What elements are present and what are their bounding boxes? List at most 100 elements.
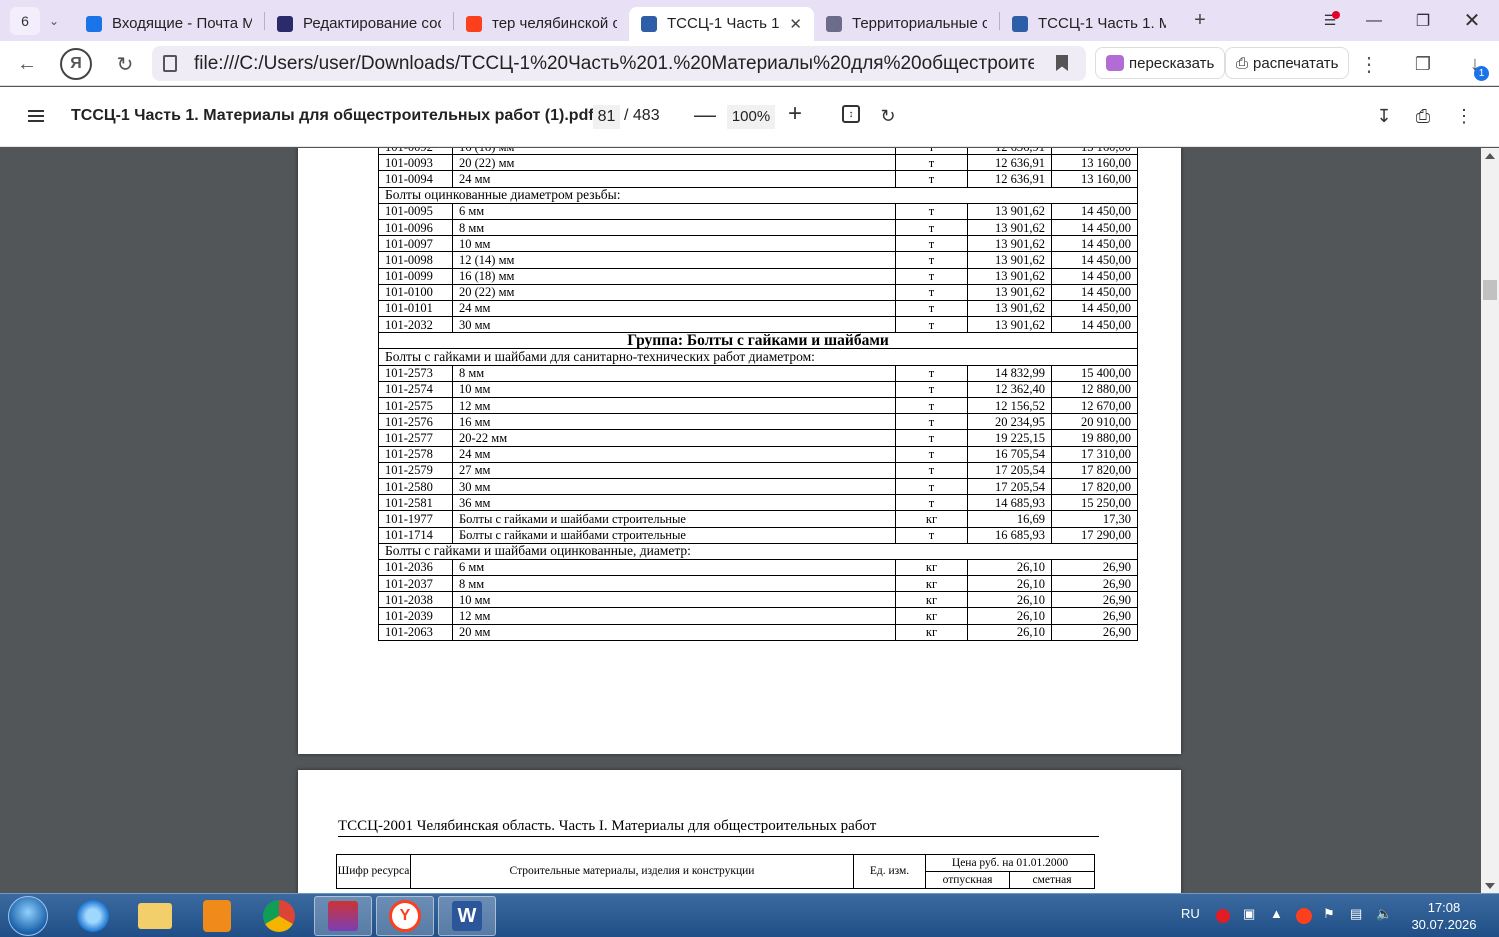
estimate-price: 13 160,00 xyxy=(1051,170,1138,188)
browser-tab[interactable]: тер челябинской об xyxy=(454,7,629,41)
print-button[interactable]: ⎙ распечатать xyxy=(1225,47,1350,79)
col-price-header: Цена руб. на 01.01.2000 xyxy=(924,854,1096,872)
browser-tab[interactable]: Входящие - Почта М xyxy=(74,7,264,41)
taskbar-yandex-browser[interactable]: Y xyxy=(376,896,434,936)
tray-app-icon[interactable]: ▣ xyxy=(1243,906,1255,922)
downloads-badge: 1 xyxy=(1474,66,1489,81)
back-button[interactable]: ← xyxy=(12,49,42,79)
browser-tab[interactable]: ТССЦ-1 Часть 1. М ✕ xyxy=(629,6,814,41)
browser-tab[interactable]: Территориальные сі xyxy=(814,7,999,41)
scroll-up-icon[interactable] xyxy=(1485,153,1495,159)
taskbar-chrome[interactable] xyxy=(250,896,308,936)
pdf-more-icon[interactable]: ⋮ xyxy=(1453,105,1475,127)
close-window-button[interactable]: ✕ xyxy=(1448,0,1496,41)
new-tab-button[interactable]: + xyxy=(1186,7,1214,35)
unit-cell: кг xyxy=(895,558,968,577)
print-label: распечатать xyxy=(1253,54,1339,72)
network-icon[interactable]: ▲ xyxy=(1270,906,1283,921)
notifications-icon[interactable]: ☰ xyxy=(1306,0,1354,41)
start-button[interactable] xyxy=(8,896,48,936)
security-alert-icon[interactable] xyxy=(1216,909,1230,923)
browser-tab[interactable]: ТССЦ-1 Часть 1. Мат xyxy=(1000,7,1178,41)
resource-code: 101-0101 xyxy=(378,299,453,318)
url-text[interactable]: file:///C:/Users/user/Downloads/ТССЦ-1%2… xyxy=(194,53,1034,75)
resource-code: 101-0098 xyxy=(378,251,453,269)
resource-code: 101-0097 xyxy=(378,235,453,253)
taskbar-explorer[interactable] xyxy=(126,896,184,936)
tab-list: Входящие - Почта М Редактирование сос тер … xyxy=(74,1,1178,41)
cms-icon xyxy=(277,15,293,32)
url-bar[interactable]: file:///C:/Users/user/Downloads/ТССЦ-1%2… xyxy=(152,46,1086,81)
resource-code: 101-2037 xyxy=(378,575,453,593)
table-row: 101-1977 Болты с гайками и шайбами строит… xyxy=(378,510,1138,528)
resource-name: 24 мм xyxy=(452,445,896,463)
download-icon[interactable]: ↧ xyxy=(1373,105,1395,127)
resource-name: 10 мм xyxy=(452,591,896,609)
restore-button[interactable]: ❐ xyxy=(1399,0,1447,41)
downloads-icon[interactable]: ↓ 1 xyxy=(1460,49,1490,81)
reload-button[interactable]: ↻ xyxy=(110,49,140,79)
pdf-viewer[interactable]: 101-009216 (18) ммт12 636,9113 160,00101… xyxy=(0,148,1499,893)
fit-page-icon[interactable]: ↕ xyxy=(842,105,860,123)
system-clock[interactable]: 17:08 30.07.2026 xyxy=(1404,899,1484,933)
flag-icon[interactable]: ⚑ xyxy=(1323,906,1335,922)
table-row: 101-2579 27 мм т 17 205,54 17 820,00 xyxy=(378,461,1138,479)
bookmark-icon[interactable] xyxy=(1056,55,1068,71)
table-row: 101-2576 16 мм т 20 234,95 20 910,00 xyxy=(378,413,1138,431)
volume-icon[interactable]: 🔈 xyxy=(1376,906,1392,922)
table-row: 101-0100 20 (22) мм т 13 901,62 14 450,00 xyxy=(378,283,1138,301)
taskbar-ie[interactable] xyxy=(64,896,122,936)
unit-cell: т xyxy=(895,267,968,285)
unit-cell: т xyxy=(895,251,968,269)
yandex-logo-icon[interactable]: Я xyxy=(60,48,92,80)
scroll-down-icon[interactable] xyxy=(1485,883,1495,889)
resource-name: 6 мм xyxy=(452,558,896,577)
resource-name: 10 мм xyxy=(452,235,896,253)
col-estimate-header: сметная xyxy=(1008,871,1096,889)
resource-code: 101-2036 xyxy=(378,558,453,577)
table-row: 101-0099 16 (18) мм т 13 901,62 14 450,00 xyxy=(378,267,1138,285)
estimate-price: 26,90 xyxy=(1051,558,1138,577)
estimate-price: 14 450,00 xyxy=(1051,316,1138,334)
resource-code: 101-2580 xyxy=(378,477,453,496)
browser-tab[interactable]: Редактирование сос xyxy=(265,7,453,41)
tab-count-button[interactable]: 6 xyxy=(10,6,40,35)
retell-button[interactable]: пересказать xyxy=(1095,47,1226,79)
tab-label: Входящие - Почта М xyxy=(112,15,252,32)
taskbar-word[interactable]: W xyxy=(438,896,496,936)
page-total: / 483 xyxy=(624,107,660,124)
release-price: 13 901,62 xyxy=(967,299,1052,318)
pdf-icon xyxy=(641,15,657,32)
language-indicator[interactable]: RU xyxy=(1181,906,1200,921)
yandex-tray-icon[interactable] xyxy=(1296,908,1312,924)
tab-list-dropdown-icon[interactable]: ⌄ xyxy=(40,7,68,35)
page-number-input[interactable]: 81 xyxy=(593,105,620,129)
vertical-scrollbar[interactable] xyxy=(1481,148,1499,893)
minimize-button[interactable]: — xyxy=(1350,0,1398,41)
print-icon[interactable]: ⎙ xyxy=(1412,105,1434,127)
resource-name: 16 (18) мм xyxy=(452,148,896,156)
display-icon[interactable]: ▤ xyxy=(1350,906,1362,922)
close-tab-icon[interactable]: ✕ xyxy=(789,15,802,33)
more-menu-icon[interactable]: ⋮ xyxy=(1354,49,1384,79)
zoom-input[interactable]: 100% xyxy=(727,105,775,129)
windows-taskbar: Y W RU ▣ ▲ ⚑ ▤ 🔈 17:08 30.07.2026 xyxy=(0,893,1499,937)
zoom-out-button[interactable]: — xyxy=(694,102,716,128)
taskbar-excel[interactable] xyxy=(314,896,372,936)
estimate-price: 14 450,00 xyxy=(1051,283,1138,301)
col-release-header: отпускная xyxy=(925,871,1010,889)
release-price: 16 705,54 xyxy=(967,445,1052,463)
zoom-in-button[interactable]: + xyxy=(788,100,802,128)
estimate-price: 19 880,00 xyxy=(1051,429,1138,447)
table-row: 101-0098 12 (14) мм т 13 901,62 14 450,00 xyxy=(378,251,1138,269)
collections-icon[interactable]: ❐ xyxy=(1408,49,1438,79)
scrollbar-thumb[interactable] xyxy=(1483,280,1497,300)
release-price: 12 362,40 xyxy=(967,380,1052,399)
unit-cell: т xyxy=(895,170,968,188)
taskbar-media[interactable] xyxy=(188,896,246,936)
table-row: 101-0101 24 мм т 13 901,62 14 450,00 xyxy=(378,299,1138,318)
resource-code: 101-0100 xyxy=(378,283,453,301)
pdf-toolbar: ТССЦ-1 Часть 1. Материалы для общестроит… xyxy=(0,87,1499,147)
rotate-icon[interactable]: ↻ xyxy=(877,105,899,127)
menu-icon[interactable] xyxy=(28,110,44,122)
